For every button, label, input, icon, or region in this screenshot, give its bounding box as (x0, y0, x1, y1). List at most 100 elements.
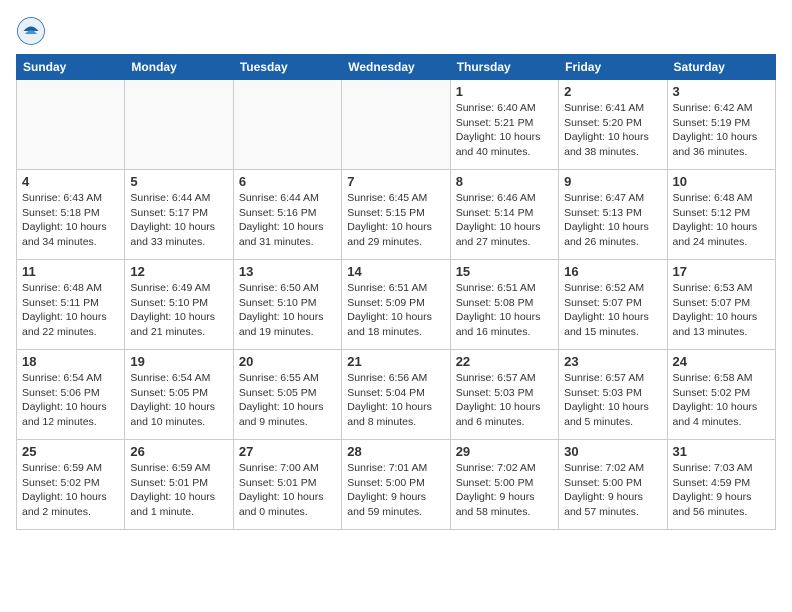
calendar-cell: 10 Sunrise: 6:48 AMSunset: 5:12 PMDayligh… (667, 170, 775, 260)
calendar-cell: 3 Sunrise: 6:42 AMSunset: 5:19 PMDaylight… (667, 80, 775, 170)
day-info: Sunrise: 6:51 AMSunset: 5:09 PMDaylight:… (347, 281, 444, 340)
day-info: Sunrise: 6:53 AMSunset: 5:07 PMDaylight:… (673, 281, 770, 340)
calendar-cell: 19Sunrise: 6:54 AMSunset: 5:05 PMDayligh… (125, 350, 233, 440)
day-number: 13 (239, 264, 336, 279)
calendar-cell: 30Sunrise: 7:02 AMSunset: 5:00 PMDayligh… (559, 440, 667, 530)
day-info: Sunrise: 6:48 AMSunset: 5:11 PMDaylight:… (22, 281, 119, 340)
column-header-sunday: Sunday (17, 55, 125, 80)
day-info: Sunrise: 6:46 AMSunset: 5:14 PMDaylight:… (456, 191, 553, 250)
column-header-wednesday: Wednesday (342, 55, 450, 80)
day-info: Sunrise: 7:02 AMSunset: 5:00 PMDaylight:… (564, 461, 661, 520)
day-info: Sunrise: 6:58 AMSunset: 5:02 PMDaylight:… (673, 371, 770, 430)
calendar-cell: 4 Sunrise: 6:43 AMSunset: 5:18 PMDaylight… (17, 170, 125, 260)
day-number: 27 (239, 444, 336, 459)
calendar-cell: 23 Sunrise: 6:57 AMSunset: 5:03 PMDayligh… (559, 350, 667, 440)
column-header-friday: Friday (559, 55, 667, 80)
column-header-monday: Monday (125, 55, 233, 80)
calendar-cell (342, 80, 450, 170)
day-number: 5 (130, 174, 227, 189)
day-info: Sunrise: 6:54 AMSunset: 5:06 PMDaylight:… (22, 371, 119, 430)
calendar-cell: 7 Sunrise: 6:45 AMSunset: 5:15 PMDaylight… (342, 170, 450, 260)
day-number: 22 (456, 354, 553, 369)
day-number: 12 (130, 264, 227, 279)
day-info: Sunrise: 6:40 AMSunset: 5:21 PMDaylight:… (456, 101, 553, 160)
day-number: 6 (239, 174, 336, 189)
day-number: 8 (456, 174, 553, 189)
day-number: 3 (673, 84, 770, 99)
week-row-4: 18Sunrise: 6:54 AMSunset: 5:06 PMDayligh… (17, 350, 776, 440)
day-info: Sunrise: 6:41 AMSunset: 5:20 PMDaylight:… (564, 101, 661, 160)
day-number: 9 (564, 174, 661, 189)
calendar-cell: 18Sunrise: 6:54 AMSunset: 5:06 PMDayligh… (17, 350, 125, 440)
calendar-cell: 21 Sunrise: 6:56 AMSunset: 5:04 PMDayligh… (342, 350, 450, 440)
day-info: Sunrise: 6:42 AMSunset: 5:19 PMDaylight:… (673, 101, 770, 160)
calendar-cell: 27 Sunrise: 7:00 AMSunset: 5:01 PMDayligh… (233, 440, 341, 530)
day-number: 31 (673, 444, 770, 459)
calendar-table: SundayMondayTuesdayWednesdayThursdayFrid… (16, 54, 776, 530)
day-info: Sunrise: 6:48 AMSunset: 5:12 PMDaylight:… (673, 191, 770, 250)
day-info: Sunrise: 6:50 AMSunset: 5:10 PMDaylight:… (239, 281, 336, 340)
logo-icon (16, 16, 46, 46)
day-info: Sunrise: 6:55 AMSunset: 5:05 PMDaylight:… (239, 371, 336, 430)
calendar-cell: 25Sunrise: 6:59 AMSunset: 5:02 PMDayligh… (17, 440, 125, 530)
calendar-cell (17, 80, 125, 170)
week-row-3: 11 Sunrise: 6:48 AMSunset: 5:11 PMDayligh… (17, 260, 776, 350)
day-info: Sunrise: 6:59 AMSunset: 5:02 PMDaylight:… (22, 461, 119, 520)
day-info: Sunrise: 6:43 AMSunset: 5:18 PMDaylight:… (22, 191, 119, 250)
calendar-cell: 5Sunrise: 6:44 AMSunset: 5:17 PMDaylight… (125, 170, 233, 260)
calendar-cell: 31 Sunrise: 7:03 AMSunset: 4:59 PMDayligh… (667, 440, 775, 530)
day-number: 15 (456, 264, 553, 279)
week-row-5: 25Sunrise: 6:59 AMSunset: 5:02 PMDayligh… (17, 440, 776, 530)
calendar-cell: 11 Sunrise: 6:48 AMSunset: 5:11 PMDayligh… (17, 260, 125, 350)
calendar-cell: 12 Sunrise: 6:49 AMSunset: 5:10 PMDayligh… (125, 260, 233, 350)
calendar-cell: 6 Sunrise: 6:44 AMSunset: 5:16 PMDaylight… (233, 170, 341, 260)
calendar-header-row: SundayMondayTuesdayWednesdayThursdayFrid… (17, 55, 776, 80)
day-number: 7 (347, 174, 444, 189)
calendar-cell: 9 Sunrise: 6:47 AMSunset: 5:13 PMDaylight… (559, 170, 667, 260)
calendar-cell (233, 80, 341, 170)
day-number: 23 (564, 354, 661, 369)
day-info: Sunrise: 6:47 AMSunset: 5:13 PMDaylight:… (564, 191, 661, 250)
day-number: 1 (456, 84, 553, 99)
day-number: 2 (564, 84, 661, 99)
day-info: Sunrise: 6:57 AMSunset: 5:03 PMDaylight:… (456, 371, 553, 430)
calendar-cell: 1 Sunrise: 6:40 AMSunset: 5:21 PMDaylight… (450, 80, 558, 170)
day-number: 19 (130, 354, 227, 369)
calendar-cell: 29 Sunrise: 7:02 AMSunset: 5:00 PMDayligh… (450, 440, 558, 530)
day-number: 26 (130, 444, 227, 459)
day-info: Sunrise: 7:00 AMSunset: 5:01 PMDaylight:… (239, 461, 336, 520)
calendar-cell: 26Sunrise: 6:59 AMSunset: 5:01 PMDayligh… (125, 440, 233, 530)
day-number: 29 (456, 444, 553, 459)
calendar-cell: 28Sunrise: 7:01 AMSunset: 5:00 PMDayligh… (342, 440, 450, 530)
column-header-thursday: Thursday (450, 55, 558, 80)
day-number: 28 (347, 444, 444, 459)
day-info: Sunrise: 6:51 AMSunset: 5:08 PMDaylight:… (456, 281, 553, 340)
day-info: Sunrise: 6:49 AMSunset: 5:10 PMDaylight:… (130, 281, 227, 340)
calendar-cell: 17 Sunrise: 6:53 AMSunset: 5:07 PMDayligh… (667, 260, 775, 350)
day-number: 10 (673, 174, 770, 189)
day-info: Sunrise: 6:52 AMSunset: 5:07 PMDaylight:… (564, 281, 661, 340)
calendar-cell: 22 Sunrise: 6:57 AMSunset: 5:03 PMDayligh… (450, 350, 558, 440)
calendar-cell: 24Sunrise: 6:58 AMSunset: 5:02 PMDayligh… (667, 350, 775, 440)
day-number: 17 (673, 264, 770, 279)
day-number: 4 (22, 174, 119, 189)
calendar-cell: 14Sunrise: 6:51 AMSunset: 5:09 PMDayligh… (342, 260, 450, 350)
day-number: 21 (347, 354, 444, 369)
day-info: Sunrise: 6:45 AMSunset: 5:15 PMDaylight:… (347, 191, 444, 250)
column-header-tuesday: Tuesday (233, 55, 341, 80)
day-number: 16 (564, 264, 661, 279)
week-row-2: 4 Sunrise: 6:43 AMSunset: 5:18 PMDaylight… (17, 170, 776, 260)
day-info: Sunrise: 7:03 AMSunset: 4:59 PMDaylight:… (673, 461, 770, 520)
day-info: Sunrise: 6:56 AMSunset: 5:04 PMDaylight:… (347, 371, 444, 430)
calendar-cell: 15 Sunrise: 6:51 AMSunset: 5:08 PMDayligh… (450, 260, 558, 350)
calendar-cell: 20Sunrise: 6:55 AMSunset: 5:05 PMDayligh… (233, 350, 341, 440)
day-info: Sunrise: 6:44 AMSunset: 5:16 PMDaylight:… (239, 191, 336, 250)
calendar-cell: 2 Sunrise: 6:41 AMSunset: 5:20 PMDaylight… (559, 80, 667, 170)
day-number: 11 (22, 264, 119, 279)
day-info: Sunrise: 6:57 AMSunset: 5:03 PMDaylight:… (564, 371, 661, 430)
logo (16, 16, 50, 46)
calendar-cell (125, 80, 233, 170)
page-header (16, 16, 776, 46)
column-header-saturday: Saturday (667, 55, 775, 80)
day-info: Sunrise: 7:02 AMSunset: 5:00 PMDaylight:… (456, 461, 553, 520)
